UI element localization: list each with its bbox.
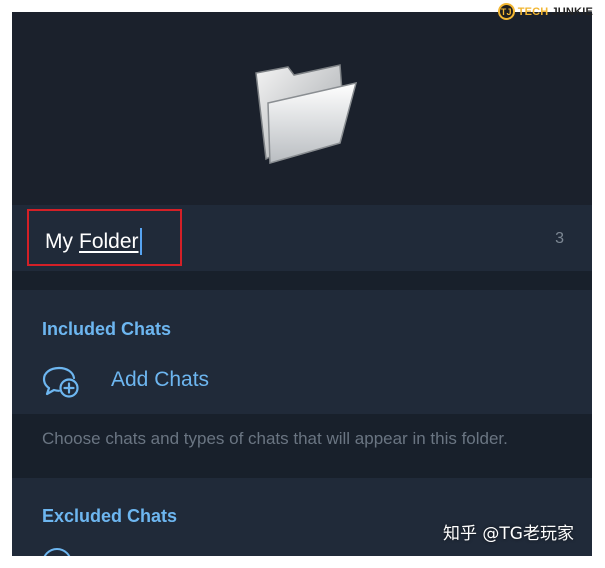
watermark-brand-b: JUNKIE <box>551 5 593 18</box>
techjunkie-watermark: TJ TECH JUNKIE <box>497 3 593 20</box>
folder-header <box>12 12 592 205</box>
folder-name-word-2: Folder <box>79 229 139 253</box>
included-chats-hint: Choose chats and types of chats that wil… <box>42 429 508 448</box>
folder-name-input[interactable]: My Folder <box>45 228 142 255</box>
included-chats-title: Included Chats <box>42 319 172 339</box>
character-counter: 3 <box>555 230 564 247</box>
excluded-chats-title: Excluded Chats <box>42 506 178 526</box>
section-divider <box>12 271 592 290</box>
folder-name-word-1: My <box>45 229 73 253</box>
telegram-folder-editor: My Folder 3 Included Chats Add Chats Cho… <box>12 12 592 556</box>
folder-icon <box>255 64 358 164</box>
watermark-brand-a: TECH <box>517 5 549 18</box>
zhihu-watermark: 知乎 @TG老玩家 <box>443 524 574 544</box>
add-chats-button[interactable] <box>12 359 592 403</box>
add-chats-label[interactable]: Add Chats <box>111 368 209 392</box>
add-chat-icon[interactable] <box>41 364 81 398</box>
techjunkie-logo-icon: TJ <box>497 3 515 20</box>
text-caret <box>139 228 142 255</box>
